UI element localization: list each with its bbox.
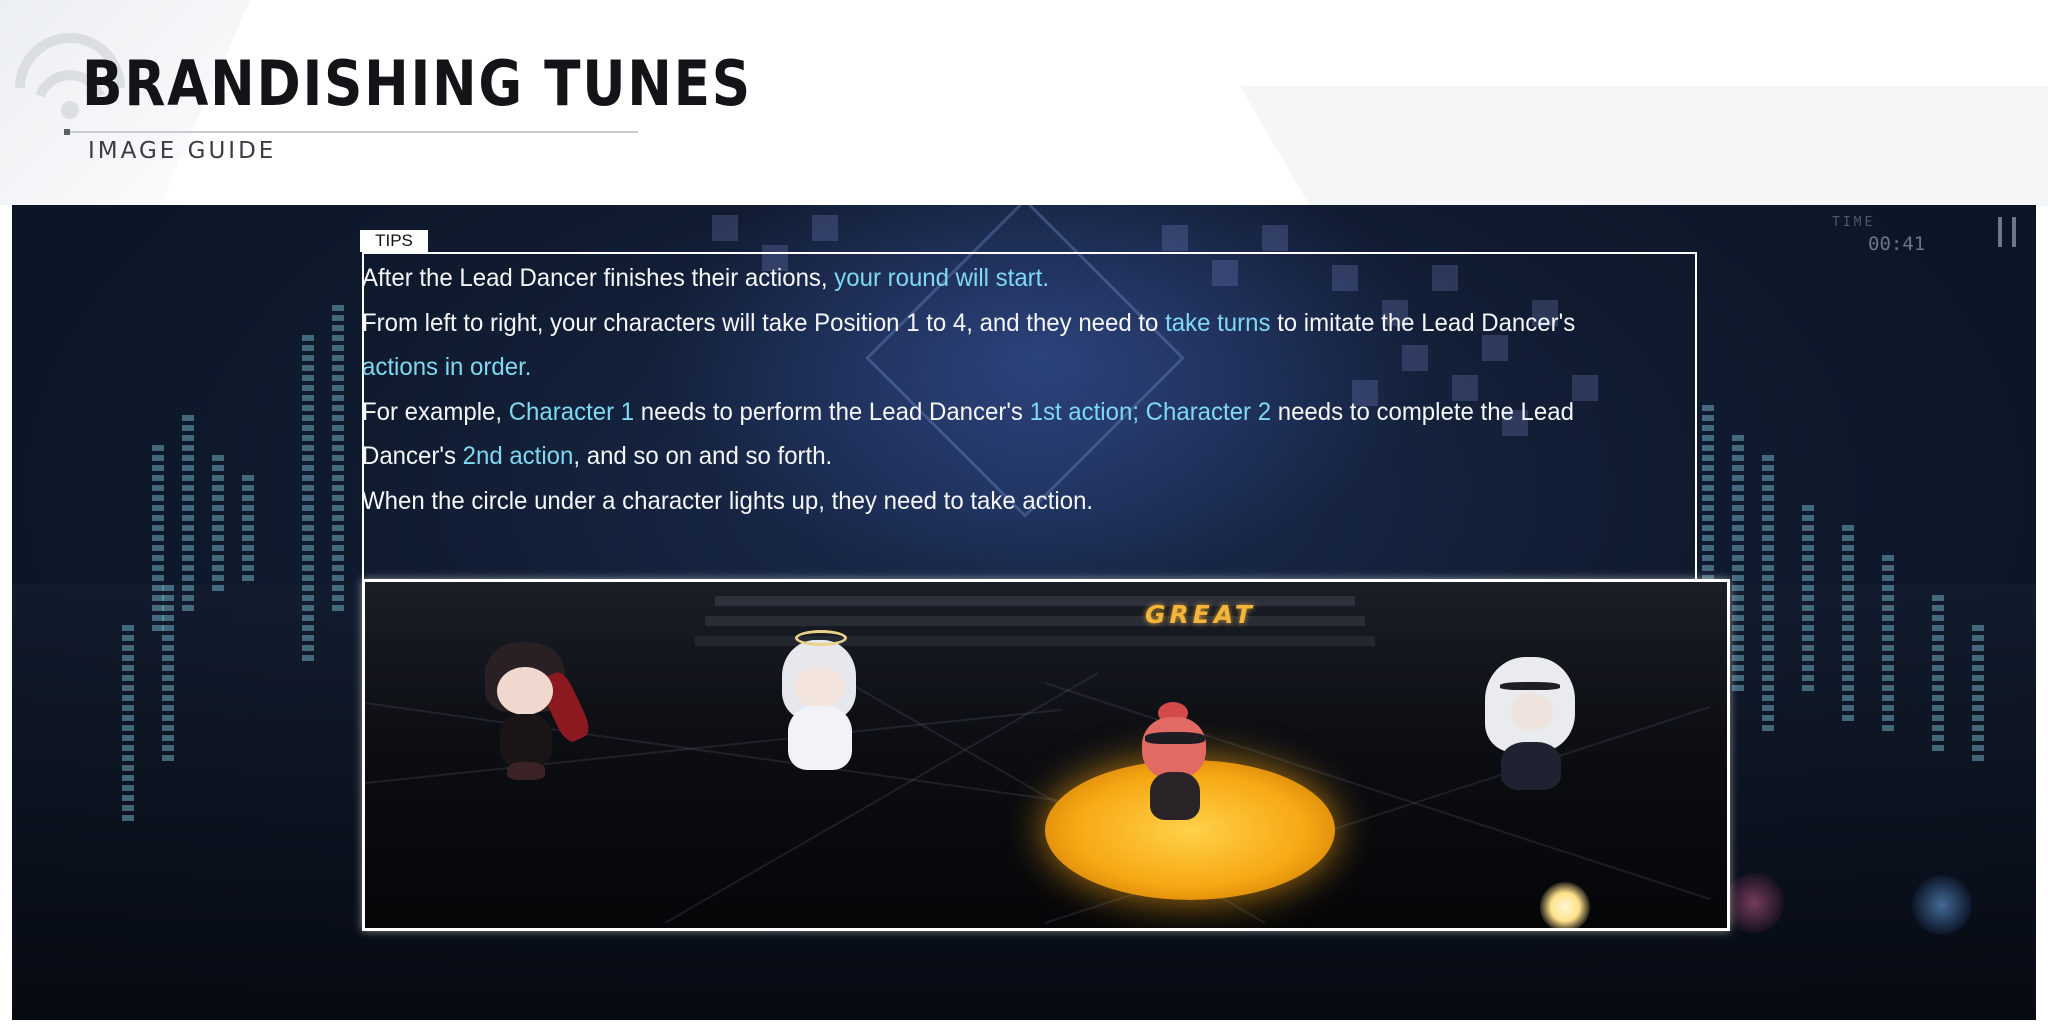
- tips-highlight: 1st action; Character 2: [1029, 397, 1272, 426]
- tips-line: When the circle under a character lights…: [362, 479, 1639, 524]
- title-divider: [66, 131, 638, 133]
- time-value: 00:41: [1868, 233, 1926, 255]
- equalizer-bar: [212, 455, 224, 595]
- page-subtitle: IMAGE GUIDE: [88, 138, 277, 164]
- tips-highlight: 2nd action: [462, 442, 574, 470]
- tips-segment: After the Lead Dancer finishes their act…: [362, 264, 835, 292]
- equalizer-bar: [1842, 525, 1854, 725]
- tips-segment: , and so on and so forth.: [573, 442, 833, 470]
- checker-light: [1262, 225, 1288, 251]
- floor-grid-line: [365, 702, 1059, 802]
- character-position-3: [1130, 702, 1240, 842]
- equalizer-bar: [332, 305, 344, 615]
- tips-highlight: Character 1: [508, 397, 635, 426]
- pause-icon[interactable]: [1996, 217, 2020, 249]
- equalizer-bar: [162, 585, 174, 765]
- equalizer-bar: [1802, 505, 1814, 695]
- equalizer-bar: [182, 415, 194, 615]
- stage-steps: [705, 616, 1365, 626]
- tips-line: For example, Character 1 needs to perfor…: [362, 390, 1639, 479]
- character-position-4: [1475, 657, 1605, 807]
- tips-segment: From left to right, your characters will…: [362, 308, 1166, 337]
- tips-segment: to imitate the Lead Dancer's: [1270, 308, 1576, 337]
- character-position-1: [475, 642, 595, 792]
- equalizer-bar: [1972, 625, 1984, 765]
- stage-steps: [715, 596, 1355, 606]
- tips-line: After the Lead Dancer finishes their act…: [362, 256, 1639, 301]
- tips-text: After the Lead Dancer finishes their act…: [362, 256, 1639, 523]
- title-divider-marker: [64, 129, 70, 135]
- page-title: BRANDISHING TUNES: [82, 47, 752, 120]
- dancer-slot-icon: [1912, 875, 1972, 935]
- tips-highlight: take turns: [1165, 308, 1271, 337]
- tips-highlight: your round will start.: [834, 264, 1050, 292]
- equalizer-bar: [122, 625, 134, 825]
- dancer-slot-icon: [1724, 873, 1784, 933]
- tips-badge: TIPS: [360, 230, 428, 252]
- equalizer-bar: [1762, 455, 1774, 735]
- judgement-label: GREAT: [1145, 600, 1256, 629]
- equalizer-bar: [1732, 435, 1744, 695]
- equalizer-bar: [1932, 595, 1944, 755]
- equalizer-bar: [242, 475, 254, 585]
- tips-segment: When the circle under a character lights…: [362, 486, 1094, 515]
- checker-light: [812, 215, 838, 241]
- character-position-2: [770, 630, 890, 782]
- tips-line: From left to right, your characters will…: [362, 301, 1639, 390]
- equalizer-bar: [302, 335, 314, 665]
- equalizer-bar: [1882, 555, 1894, 735]
- header-backdrop-right: [1240, 86, 2048, 206]
- tips-highlight: actions in order.: [362, 353, 532, 381]
- checker-light: [1162, 225, 1188, 251]
- tips-segment: For example,: [362, 397, 509, 426]
- time-label: TIME: [1832, 215, 1876, 230]
- dancer-slot-active-icon: [1540, 882, 1590, 928]
- gameplay-screenshot: GREAT: [362, 579, 1730, 931]
- checker-light: [712, 215, 738, 241]
- tips-segment: needs to perform the Lead Dancer's: [634, 397, 1030, 426]
